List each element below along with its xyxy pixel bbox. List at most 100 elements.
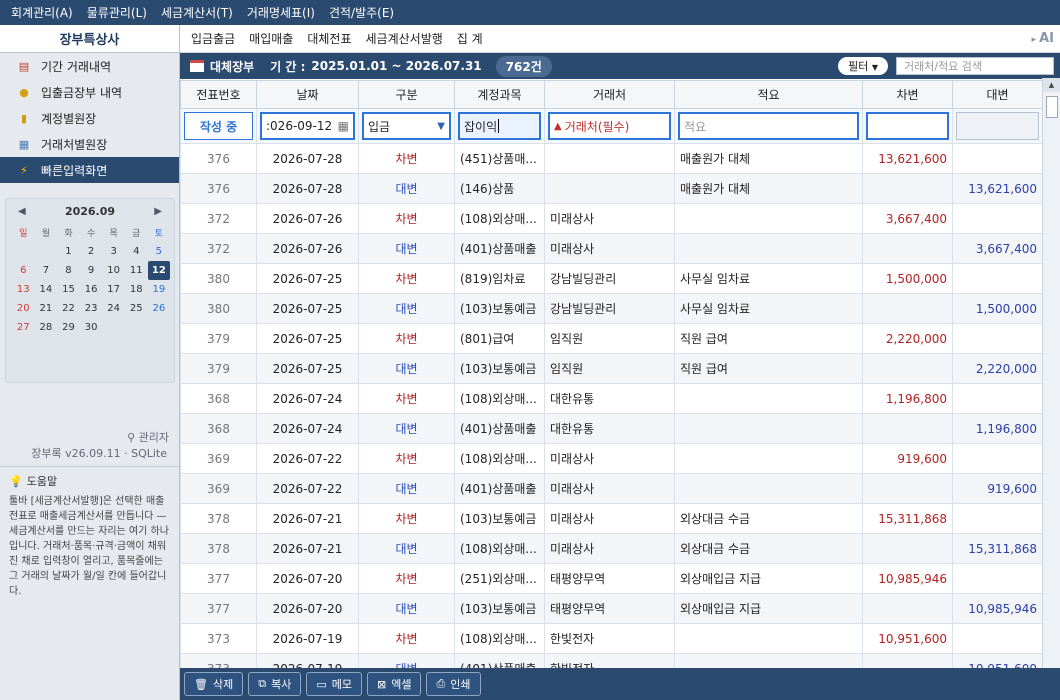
calendar-day[interactable]: 19	[148, 280, 171, 299]
copy-icon: ⧉	[258, 677, 267, 690]
calendar-day[interactable]: 12	[147, 261, 171, 280]
calendar-day[interactable]: 23	[80, 299, 103, 318]
calendar-day[interactable]: 20	[12, 299, 35, 318]
calendar-day[interactable]: 16	[80, 280, 103, 299]
cell-no: 379	[180, 353, 257, 384]
calendar-day[interactable]: 25	[125, 299, 148, 318]
scroll-thumb[interactable]	[1046, 96, 1058, 118]
cell-partner: 대한유통	[544, 383, 675, 414]
date-field[interactable]: :026-09-12 ▦	[260, 112, 355, 140]
table-row[interactable]: 376 2026-07-28 차변 (451)상품매... 매출원가 대체 13,621,…	[180, 143, 1043, 174]
col-memo[interactable]: 적요	[674, 80, 863, 109]
table-row[interactable]: 368 2026-07-24 차변 (108)외상매... 대한유통 1,196,800	[180, 383, 1043, 414]
scroll-up-icon[interactable]: ▲	[1043, 78, 1060, 92]
tab-cash-in-out[interactable]: 입금출금	[184, 30, 242, 47]
table-row[interactable]: 378 2026-07-21 대변 (108)외상매... 미래상사 외상대금 수금 15,…	[180, 533, 1043, 564]
table-row[interactable]: 379 2026-07-25 대변 (103)보통예금 임직원 직원 급여 2,220,00…	[180, 353, 1043, 384]
menu-transaction-statement[interactable]: 거래명세표(I)	[240, 4, 322, 21]
table-row[interactable]: 377 2026-07-20 차변 (251)외상매... 태평양무역 외상매입금 지급 1…	[180, 563, 1043, 594]
table-scrollbar[interactable]: ▲ ▼	[1042, 78, 1060, 690]
calendar-day[interactable]: 14	[35, 280, 58, 299]
calendar-day[interactable]: 22	[57, 299, 80, 318]
cell-date: 2026-07-21	[256, 533, 359, 564]
prev-month-icon[interactable]: ◀	[18, 206, 26, 217]
ai-button[interactable]: ▸ AI	[1031, 31, 1054, 46]
cell-dr	[862, 353, 953, 384]
calendar-day[interactable]: 3	[102, 242, 125, 261]
tab-transfer-voucher[interactable]: 대체전표	[300, 30, 358, 47]
table-row[interactable]: 378 2026-07-21 차변 (103)보통예금 미래상사 외상대금 수금 15,31…	[180, 503, 1043, 534]
calendar-day[interactable]: 17	[102, 280, 125, 299]
next-month-icon[interactable]: ▶	[154, 206, 162, 217]
calendar-day[interactable]: 15	[57, 280, 80, 299]
table-row[interactable]: 379 2026-07-25 차변 (801)급여 임직원 직원 급여 2,220,000	[180, 323, 1043, 354]
debit-field[interactable]	[866, 112, 949, 140]
footer-button-label: 인쇄	[450, 678, 471, 691]
memo-button[interactable]: ▭ 메모	[306, 672, 362, 696]
menu-tax-invoice[interactable]: 세금계산서(T)	[154, 4, 240, 21]
calendar-day[interactable]: 30	[80, 318, 103, 337]
calendar-day[interactable]: 7	[35, 261, 58, 280]
calendar-day[interactable]: 4	[125, 242, 148, 261]
table-row[interactable]: 369 2026-07-22 차변 (108)외상매... 미래상사 919,600	[180, 443, 1043, 474]
calendar-day[interactable]: 5	[148, 242, 171, 261]
excel-button[interactable]: ⊠ 엑셀	[366, 672, 422, 696]
calendar-day[interactable]: 27	[12, 318, 35, 337]
sidebar-item-3[interactable]: ▦ 거래처별원장	[0, 131, 179, 157]
sidebar-item-2[interactable]: ▮ 계정별원장	[0, 105, 179, 131]
col-account[interactable]: 계정과목	[454, 80, 545, 109]
account-field[interactable]: 잡이익	[458, 112, 541, 140]
calendar-day[interactable]: 21	[35, 299, 58, 318]
cell-dr	[862, 473, 953, 504]
calendar-day[interactable]: 13	[12, 280, 35, 299]
sidebar-item-1[interactable]: ● 입출금장부 내역	[0, 79, 179, 105]
calendar-day[interactable]: 11	[125, 261, 148, 280]
calendar-day[interactable]: 18	[125, 280, 148, 299]
sidebar-item-4[interactable]: ⚡ 빠른입력화면	[0, 157, 179, 183]
type-select[interactable]: 입금 ▼	[362, 112, 451, 140]
table-row[interactable]: 376 2026-07-28 대변 (146)상품 매출원가 대체 13,621,600	[180, 173, 1043, 204]
col-date[interactable]: 날짜	[256, 80, 359, 109]
table-row[interactable]: 377 2026-07-20 대변 (103)보통예금 태평양무역 외상매입금 지급 10,…	[180, 593, 1043, 624]
calendar-day[interactable]: 2	[80, 242, 103, 261]
tab-summary[interactable]: 집 계	[450, 30, 490, 47]
tab-tax-invoice-issue[interactable]: 세금계산서발행	[359, 30, 450, 47]
calendar-day[interactable]: 10	[102, 261, 125, 280]
col-credit[interactable]: 대변	[952, 80, 1043, 109]
footer-button-label: 삭제	[212, 678, 234, 691]
calendar-day[interactable]: 26	[148, 299, 171, 318]
partner-field[interactable]: ▲ 거래처(필수)	[548, 112, 671, 140]
trash-button[interactable]: 🗑 삭제	[184, 672, 244, 696]
menu-accounting[interactable]: 회계관리(A)	[4, 4, 80, 21]
calendar-day[interactable]: 6	[12, 261, 35, 280]
table-row[interactable]: 372 2026-07-26 대변 (401)상품매출 미래상사 3,667,400	[180, 233, 1043, 264]
calendar-day[interactable]: 28	[35, 318, 58, 337]
calendar-day[interactable]: 24	[102, 299, 125, 318]
tab-purchase-sales[interactable]: 매입매출	[242, 30, 300, 47]
table-row[interactable]: 368 2026-07-24 대변 (401)상품매출 대한유통 1,196,800	[180, 413, 1043, 444]
copy-button[interactable]: ⧉ 복사	[248, 672, 302, 696]
calendar-day[interactable]: 29	[57, 318, 80, 337]
col-voucher-no[interactable]: 전표번호	[180, 80, 257, 109]
filter-button[interactable]: 필터 ▼	[838, 57, 888, 75]
calendar-day[interactable]: 8	[57, 261, 80, 280]
print-button[interactable]: ⎙ 인쇄	[426, 672, 481, 696]
sidebar-item-0[interactable]: ▤ 기간 거래내역	[0, 53, 179, 79]
menu-quote-order[interactable]: 견적/발주(E)	[322, 4, 401, 21]
draft-status-button[interactable]: 작성 중	[184, 112, 253, 140]
table-row[interactable]: 372 2026-07-26 차변 (108)외상매... 미래상사 3,667,400	[180, 203, 1043, 234]
calendar-icon[interactable]: ▦	[338, 119, 349, 133]
calendar-day[interactable]: 9	[80, 261, 103, 280]
memo-field[interactable]: 적요	[678, 112, 859, 140]
calendar-day[interactable]: 1	[57, 242, 80, 261]
col-partner[interactable]: 거래처	[544, 80, 675, 109]
table-row[interactable]: 373 2026-07-19 차변 (108)외상매... 한빛전자 10,951,600	[180, 623, 1043, 654]
table-row[interactable]: 380 2026-07-25 대변 (103)보통예금 강남빌딩관리 사무실 임차료 1,5…	[180, 293, 1043, 324]
col-type[interactable]: 구분	[358, 80, 455, 109]
menu-logistics[interactable]: 물류관리(L)	[80, 4, 154, 21]
col-debit[interactable]: 차변	[862, 80, 953, 109]
search-input[interactable]: 거래처/적요 검색	[896, 57, 1054, 75]
table-row[interactable]: 369 2026-07-22 대변 (401)상품매출 미래상사 919,600	[180, 473, 1043, 504]
table-row[interactable]: 380 2026-07-25 차변 (819)임차료 강남빌딩관리 사무실 임차료 1,50…	[180, 263, 1043, 294]
sidebar-item-label: 기간 거래내역	[41, 59, 112, 74]
